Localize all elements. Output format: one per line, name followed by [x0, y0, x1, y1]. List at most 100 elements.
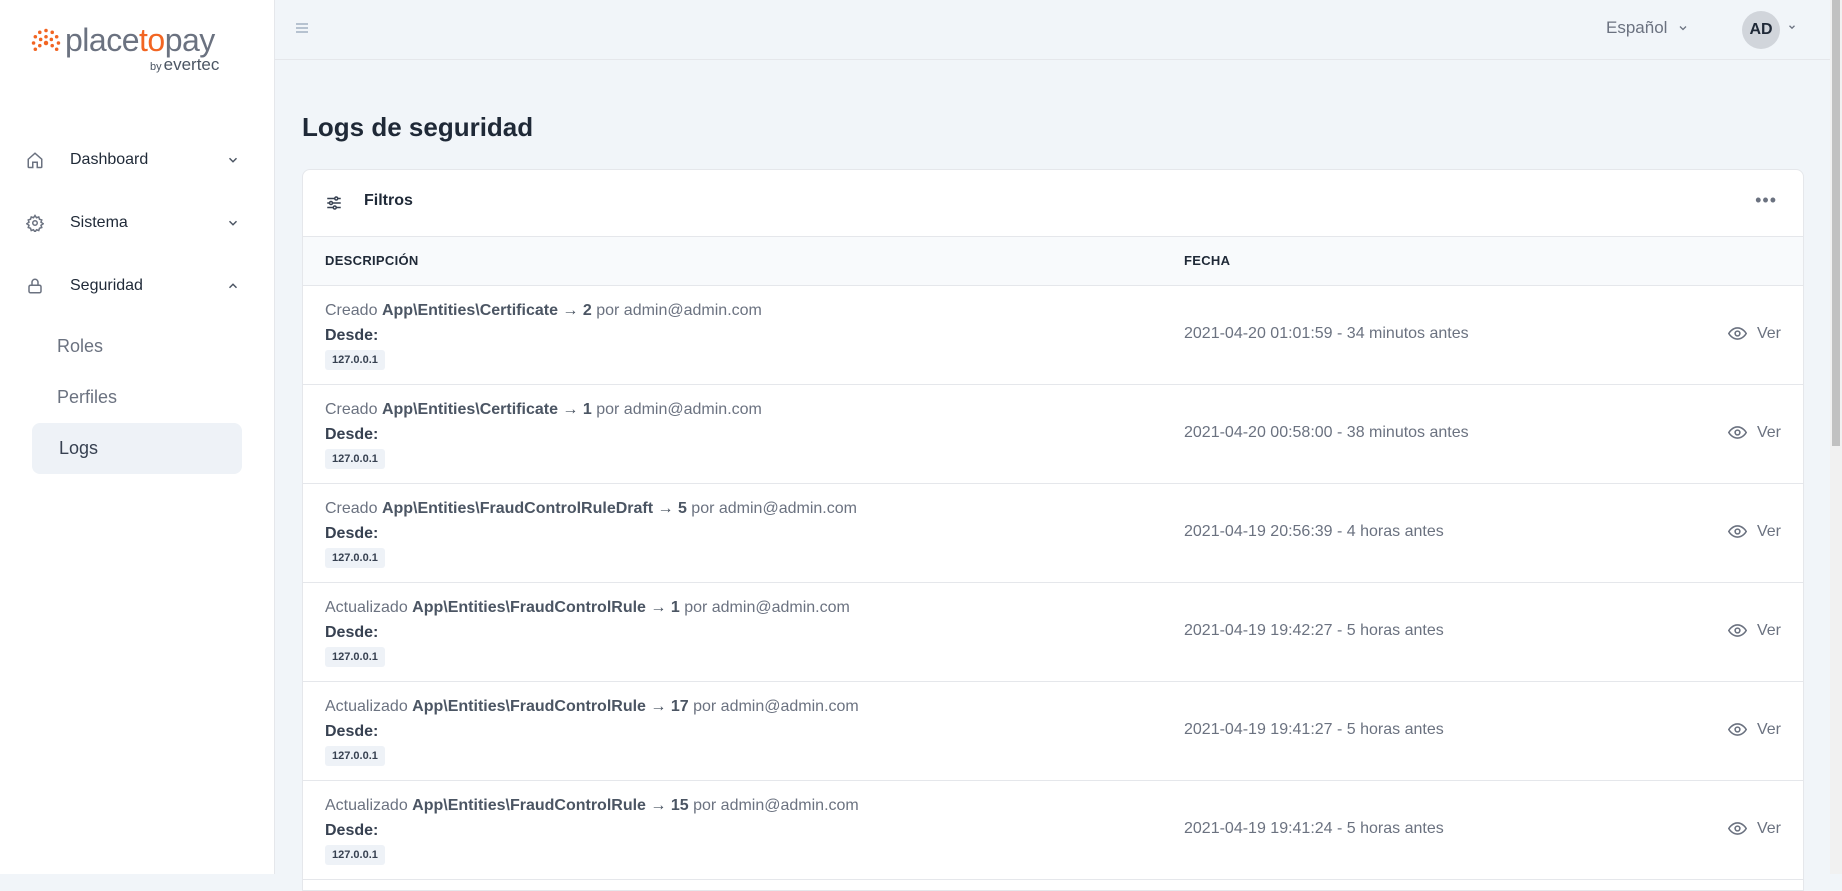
log-description: Creado App\Entities\FraudControlRuleDraf…	[325, 500, 857, 518]
filters-toggle[interactable]: Filtros	[364, 192, 413, 210]
filters-header: Filtros •••	[303, 170, 1803, 237]
log-date: 2021-04-19 20:56:39 - 4 horas antes	[1184, 523, 1444, 540]
lock-icon	[28, 278, 42, 293]
ip-badge: 127.0.0.1	[325, 746, 385, 766]
log-action: Actualizado	[325, 797, 408, 814]
eye-icon	[1727, 624, 1747, 637]
column-header-descripcion: DESCRIPCIÓN	[325, 253, 419, 268]
sidebar-subitem-logs[interactable]: Logs	[32, 423, 242, 474]
log-entity: App\Entities\FraudControlRuleDraft → 5	[381, 500, 687, 517]
eye-icon	[1727, 327, 1747, 340]
view-label: Ver	[1756, 621, 1781, 639]
view-label: Ver	[1756, 423, 1781, 441]
log-action: Actualizado	[325, 599, 408, 616]
log-entity: App\Entities\FraudControlRule → 1	[412, 599, 680, 616]
desde-label: Desde:	[325, 327, 379, 344]
chevron-up-icon	[228, 282, 238, 288]
log-action: Actualizado	[325, 698, 408, 715]
sidebar-nav: Dashboard Sistema Seguridad Roles Perfil…	[0, 128, 274, 474]
view-label: Ver	[1756, 324, 1781, 342]
table-row: Actualizado App\Entities\FraudControlRul…	[303, 781, 1803, 880]
view-label: Ver	[1756, 522, 1781, 540]
log-description: Creado App\Entities\Certificate → 2 por …	[325, 302, 762, 320]
desde-label: Desde:	[325, 525, 379, 542]
ip-badge: 127.0.0.1	[325, 647, 385, 667]
home-icon	[27, 151, 43, 168]
sidebar-subitem-roles[interactable]: Roles	[0, 321, 274, 372]
avatar[interactable]: AD	[1742, 11, 1780, 49]
log-entity: App\Entities\Certificate → 2	[381, 302, 592, 319]
scrollbar-thumb[interactable]	[1832, 0, 1840, 446]
log-author: por admin@admin.com	[684, 599, 850, 616]
chevron-down-icon	[1679, 26, 1687, 31]
more-options-icon[interactable]: •••	[1755, 190, 1777, 211]
log-date: 2021-04-19 19:41:24 - 5 horas antes	[1184, 820, 1444, 837]
logo-byline: by evertec	[150, 55, 220, 74]
topbar: Español AD	[275, 0, 1842, 60]
table-row: Creado App\Entities\Certificate → 1 por …	[303, 385, 1803, 484]
view-label: Ver	[1756, 819, 1781, 837]
log-author: por admin@admin.com	[693, 698, 859, 715]
view-button[interactable]: Ver	[1727, 720, 1781, 739]
ip-badge: 127.0.0.1	[325, 449, 385, 469]
log-date: 2021-04-20 00:58:00 - 38 minutos antes	[1184, 424, 1469, 441]
log-entity: App\Entities\FraudControlRule → 15	[412, 797, 689, 814]
eye-icon	[1727, 426, 1747, 439]
sliders-icon[interactable]	[325, 194, 343, 212]
log-date: 2021-04-19 19:42:27 - 5 horas antes	[1184, 622, 1444, 639]
log-description: Actualizado App\Entities\FraudControlRul…	[325, 599, 850, 617]
chevron-down-icon	[228, 157, 238, 163]
table-row: Actualizado App\Entities\FraudControlRul…	[303, 583, 1803, 682]
logo-dots-icon	[31, 28, 61, 51]
eye-icon	[1727, 822, 1747, 835]
log-description: Creado App\Entities\Certificate → 1 por …	[325, 401, 762, 419]
log-entity: App\Entities\FraudControlRule → 17	[412, 698, 689, 715]
sidebar-item-label: Dashboard	[70, 150, 149, 168]
sidebar: placetopay by evertec Dashboard Sistema S…	[0, 0, 275, 874]
eye-icon	[1727, 525, 1747, 538]
eye-icon	[1727, 723, 1747, 736]
log-action: Creado	[325, 302, 378, 319]
view-button[interactable]: Ver	[1727, 522, 1781, 541]
view-button[interactable]: Ver	[1727, 423, 1781, 442]
table-row: Actualizado App\Entities\FraudControlRul…	[303, 682, 1803, 781]
sidebar-item-label: Sistema	[70, 213, 128, 231]
language-label: Español	[1606, 18, 1668, 37]
ip-badge: 127.0.0.1	[325, 350, 385, 370]
view-label: Ver	[1756, 720, 1781, 738]
seguridad-submenu: Roles Perfiles Logs	[0, 321, 274, 474]
sidebar-item-seguridad[interactable]: Seguridad	[0, 254, 274, 317]
desde-label: Desde:	[325, 624, 379, 641]
log-entity: App\Entities\Certificate → 1	[381, 401, 592, 418]
sidebar-subitem-perfiles[interactable]: Perfiles	[0, 372, 274, 423]
logo-wordmark: placetopay	[65, 22, 215, 58]
log-author: por admin@admin.com	[693, 797, 859, 814]
language-selector[interactable]: Español	[1606, 18, 1689, 38]
table-body: Creado App\Entities\Certificate → 2 por …	[303, 286, 1803, 880]
log-author: por admin@admin.com	[596, 401, 762, 418]
log-action: Creado	[325, 500, 378, 517]
ip-badge: 127.0.0.1	[325, 845, 385, 865]
view-button[interactable]: Ver	[1727, 819, 1781, 838]
sidebar-item-dashboard[interactable]: Dashboard	[0, 128, 274, 191]
page-scrollbar[interactable]	[1830, 0, 1842, 874]
chevron-down-icon[interactable]	[1787, 22, 1797, 32]
ip-badge: 127.0.0.1	[325, 548, 385, 568]
page-title: Logs de seguridad	[302, 112, 534, 142]
placetopay-logo[interactable]: placetopay by evertec	[30, 22, 240, 82]
desde-label: Desde:	[325, 822, 379, 839]
log-description: Actualizado App\Entities\FraudControlRul…	[325, 797, 859, 815]
log-author: por admin@admin.com	[596, 302, 762, 319]
log-date: 2021-04-19 19:41:27 - 5 horas antes	[1184, 721, 1444, 738]
logs-card: Filtros ••• DESCRIPCIÓN FECHA Creado App…	[302, 169, 1804, 891]
table-row: Creado App\Entities\Certificate → 2 por …	[303, 286, 1803, 385]
hamburger-menu-icon[interactable]	[294, 20, 310, 36]
desde-label: Desde:	[325, 723, 379, 740]
gear-icon	[26, 213, 44, 232]
log-author: por admin@admin.com	[691, 500, 857, 517]
column-header-fecha: FECHA	[1184, 253, 1231, 268]
view-button[interactable]: Ver	[1727, 324, 1781, 343]
sidebar-item-sistema[interactable]: Sistema	[0, 191, 274, 254]
log-description: Actualizado App\Entities\FraudControlRul…	[325, 698, 859, 716]
view-button[interactable]: Ver	[1727, 621, 1781, 640]
